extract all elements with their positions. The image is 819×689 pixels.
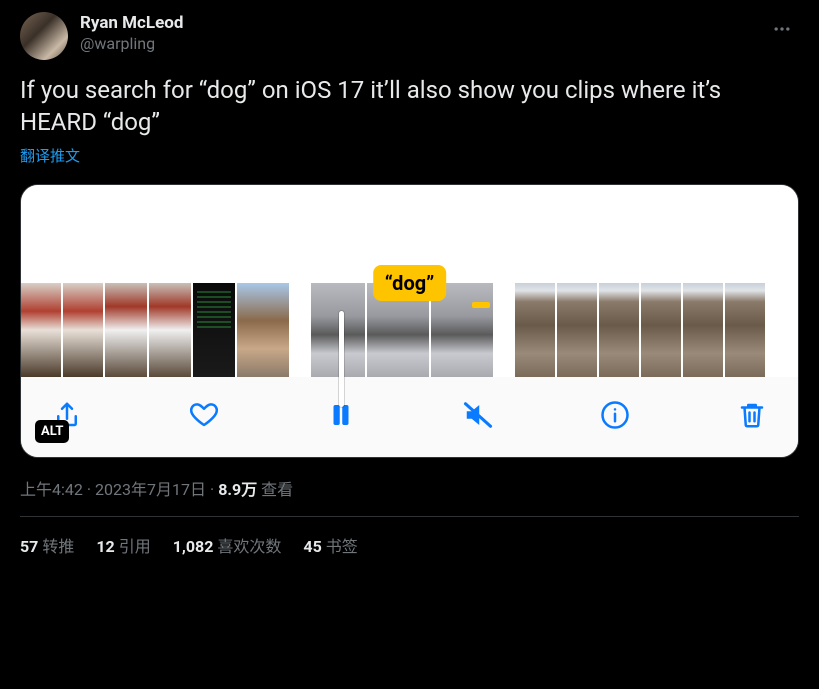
tweet-text: If you search for “dog” on iOS 17 it’ll … bbox=[20, 74, 799, 139]
clip-gap bbox=[493, 283, 515, 377]
ellipsis-icon bbox=[772, 19, 792, 39]
thumbnail bbox=[149, 283, 191, 377]
delete-button[interactable] bbox=[732, 395, 772, 435]
info-icon bbox=[600, 400, 630, 430]
tweet-header: Ryan McLeod @warpling bbox=[20, 12, 799, 60]
info-button[interactable] bbox=[595, 395, 635, 435]
likes-stat[interactable]: 1,082喜欢次数 bbox=[173, 533, 282, 557]
media-toolbar bbox=[21, 377, 798, 457]
stat-count: 45 bbox=[303, 537, 321, 556]
stat-label: 引用 bbox=[119, 537, 151, 556]
translate-link[interactable]: 翻译推文 bbox=[20, 145, 799, 166]
stat-label: 转推 bbox=[42, 537, 74, 556]
playhead-indicator[interactable] bbox=[339, 311, 344, 407]
thumbnail bbox=[21, 283, 61, 377]
user-handle: @warpling bbox=[80, 34, 183, 55]
thumbnail bbox=[557, 283, 597, 377]
clip-gap bbox=[289, 283, 311, 377]
thumbnail bbox=[311, 283, 365, 377]
thumbnail bbox=[599, 283, 639, 377]
stat-count: 12 bbox=[96, 537, 114, 556]
retweets-stat[interactable]: 57转推 bbox=[20, 533, 74, 557]
trash-icon bbox=[737, 400, 767, 430]
stat-count: 57 bbox=[20, 537, 38, 556]
bookmarks-stat[interactable]: 45 书签 bbox=[303, 533, 357, 557]
heart-icon bbox=[189, 400, 219, 430]
media-attachment[interactable]: “dog” bbox=[20, 184, 799, 458]
views-count: 8.9万 bbox=[218, 480, 257, 499]
quotes-stat[interactable]: 12 引用 bbox=[96, 533, 150, 557]
stat-count: 1,082 bbox=[173, 537, 214, 556]
mute-icon bbox=[463, 400, 493, 430]
user-block[interactable]: Ryan McLeod @warpling bbox=[80, 12, 183, 55]
display-name: Ryan McLeod bbox=[80, 12, 183, 34]
caption-marker bbox=[472, 302, 490, 308]
tweet-time: 上午4:42 bbox=[20, 480, 83, 499]
more-options-button[interactable] bbox=[765, 12, 799, 46]
clip-group-1 bbox=[21, 283, 289, 377]
tweet-date: 2023年7月17日 bbox=[95, 480, 206, 499]
tweet-meta[interactable]: 上午4:42·2023年7月17日·8.9万 查看 bbox=[20, 476, 799, 500]
stat-label: 书签 bbox=[326, 537, 358, 556]
mute-button[interactable] bbox=[458, 395, 498, 435]
thumbnail bbox=[105, 283, 147, 377]
thumbnail bbox=[193, 283, 235, 377]
clip-group-3 bbox=[515, 283, 765, 377]
thumbnail bbox=[641, 283, 681, 377]
alt-badge[interactable]: ALT bbox=[35, 420, 69, 443]
thumbnail bbox=[725, 283, 765, 377]
thumbnail bbox=[63, 283, 103, 377]
views-label: 查看 bbox=[261, 480, 293, 499]
thumbnail bbox=[683, 283, 723, 377]
stats-row: 57转推 12 引用 1,082喜欢次数 45 书签 bbox=[20, 517, 799, 557]
stat-label: 喜欢次数 bbox=[217, 537, 281, 556]
tweet-container: Ryan McLeod @warpling If you search for … bbox=[0, 0, 819, 557]
avatar[interactable] bbox=[20, 12, 68, 60]
thumbnail bbox=[515, 283, 555, 377]
thumbnail bbox=[237, 283, 289, 377]
like-button[interactable] bbox=[184, 395, 224, 435]
audio-caption-pill: “dog” bbox=[373, 265, 447, 301]
